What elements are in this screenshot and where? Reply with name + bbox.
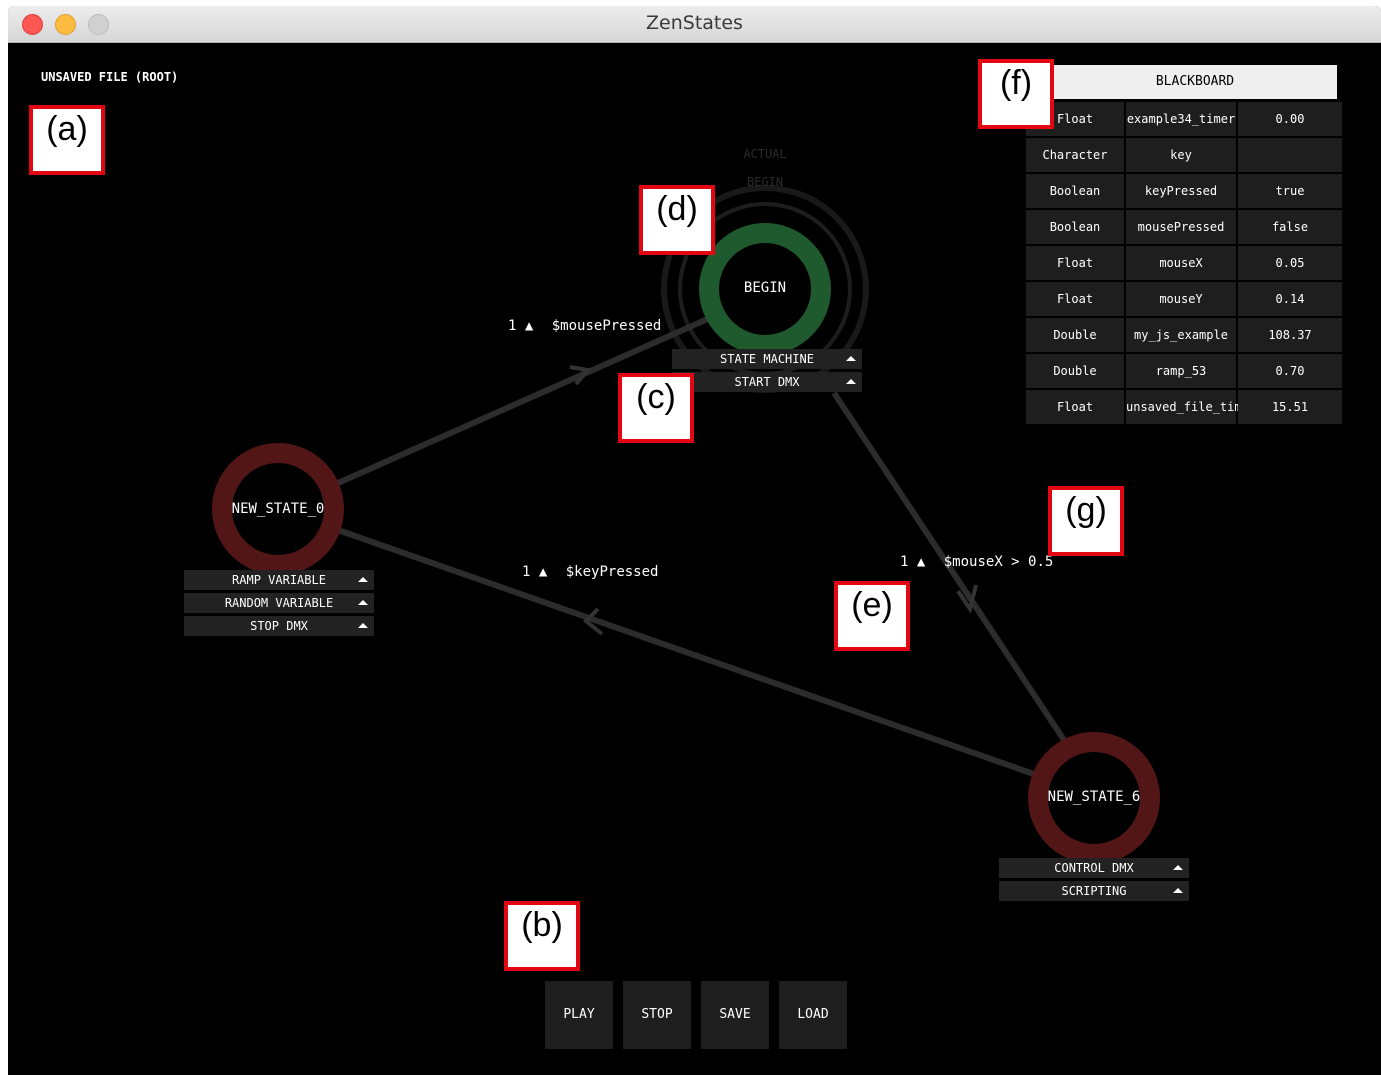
action-random-variable[interactable]: RANDOM VARIABLE [184,593,374,613]
action-label: STOP DMX [250,619,308,633]
action-label: RAMP VARIABLE [232,573,326,587]
action-label: START DMX [734,375,800,389]
priority-caret-icon[interactable]: ▲ [525,318,533,334]
action-scripting[interactable]: SCRIPTING [999,881,1189,901]
transition-condition: $keyPressed [565,564,659,580]
variable-name: keyPressed [1126,174,1236,208]
begin-state-label: BEGIN [743,280,787,296]
variable-name: mousePressed [1126,210,1236,244]
begin-faint-label: BEGIN [746,175,784,189]
variable-value [1238,138,1342,172]
variable-value: 15.51 [1238,390,1342,424]
file-label: UNSAVED FILE (ROOT) [41,70,179,84]
window-title: ZenStates [646,12,743,34]
variable-type: Float [1026,390,1124,424]
caret-up-icon[interactable] [846,379,856,384]
action-label: CONTROL DMX [1054,861,1134,875]
annotation-e: (e) [834,581,910,651]
variable-value: false [1238,210,1342,244]
variable-value: 0.14 [1238,282,1342,316]
title-bar: ZenStates [8,6,1381,43]
state6-label: NEW_STATE_6 [1047,789,1141,805]
caret-up-icon[interactable] [358,577,368,582]
begin-faint-label: ACTUAL [743,147,787,161]
annotation-g: (g) [1048,486,1124,556]
variable-name: example34_timer [1126,102,1236,136]
save-button[interactable]: SAVE [701,981,769,1049]
transition-keypressed[interactable]: 1 ▲ $keyPressed [522,564,658,580]
action-label: STATE MACHINE [720,352,814,366]
play-button[interactable]: PLAY [545,981,613,1049]
caret-up-icon[interactable] [846,356,856,361]
edge-begin-to-state6[interactable] [831,391,1073,751]
transition-priority: 1 [508,318,517,334]
annotation-b: (b) [504,901,580,971]
state0-label: NEW_STATE_0 [231,501,325,517]
variable-value: 0.05 [1238,246,1342,280]
variable-name: mouseX [1126,246,1236,280]
transition-condition: $mouseX > 0.5 [943,554,1054,570]
load-button[interactable]: LOAD [779,981,847,1049]
variable-name: key [1126,138,1236,172]
app-window: ZenStates UNSAVED FILE (ROOT) ACTUAL BEG… [8,6,1381,1075]
action-control-dmx[interactable]: CONTROL DMX [999,858,1189,878]
transition-priority: 1 [522,564,531,580]
variable-name: unsaved_file_timer [1126,390,1256,424]
variable-type: Boolean [1026,210,1124,244]
variable-name: my_js_example [1126,318,1236,352]
annotation-c: (c) [618,373,694,443]
variable-value: 0.00 [1238,102,1342,136]
transition-mousepressed[interactable]: 1 ▲ $mousePressed [508,318,661,334]
caret-up-icon[interactable] [358,600,368,605]
variable-name: mouseY [1126,282,1236,316]
variable-value: 0.70 [1238,354,1342,388]
action-start-dmx[interactable]: START DMX [672,372,862,392]
transition-condition: $mousePressed [551,318,662,334]
action-label: SCRIPTING [1061,884,1127,898]
annotation-f: (f) [978,59,1054,129]
priority-caret-icon[interactable]: ▲ [917,554,925,570]
blackboard-title: BLACKBOARD [1053,65,1337,99]
action-stop-dmx[interactable]: STOP DMX [184,616,374,636]
variable-type: Double [1026,318,1124,352]
action-ramp-variable[interactable]: RAMP VARIABLE [184,570,374,590]
variable-type: Float [1026,282,1124,316]
variable-type: Double [1026,354,1124,388]
state-machine-canvas[interactable]: UNSAVED FILE (ROOT) ACTUAL BEGIN BEGIN N… [8,43,1381,1075]
caret-up-icon[interactable] [1173,865,1183,870]
annotation-a: (a) [29,105,105,175]
variable-value: 108.37 [1238,318,1342,352]
variable-type: Character [1026,138,1124,172]
action-label: RANDOM VARIABLE [224,596,334,610]
priority-caret-icon[interactable]: ▲ [539,564,547,580]
variable-type: Boolean [1026,174,1124,208]
transition-mousex[interactable]: 1 ▲ $mouseX > 0.5 [900,554,1053,570]
transition-priority: 1 [900,554,909,570]
annotation-d: (d) [639,185,715,255]
variable-type: Float [1026,246,1124,280]
variable-name: ramp_53 [1126,354,1236,388]
stop-button[interactable]: STOP [623,981,691,1049]
caret-up-icon[interactable] [1173,888,1183,893]
caret-up-icon[interactable] [358,623,368,628]
variable-value: true [1238,174,1342,208]
action-state-machine[interactable]: STATE MACHINE [672,349,862,369]
